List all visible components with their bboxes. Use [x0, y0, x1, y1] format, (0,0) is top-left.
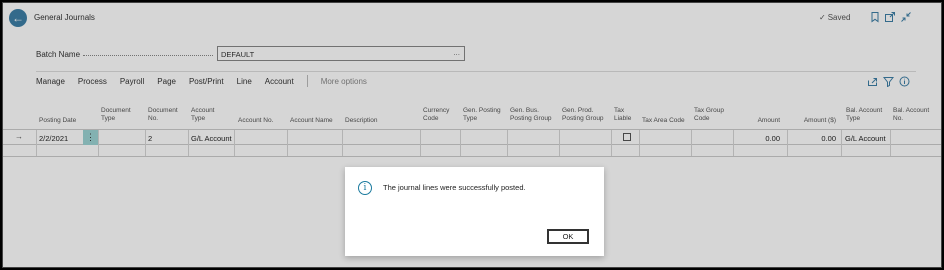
- page-frame: ← General Journals ✓ Saved Batch Name DEF…: [2, 2, 942, 268]
- info-icon: i: [358, 181, 372, 195]
- dialog-message: The journal lines were successfully post…: [383, 183, 526, 192]
- message-dialog: i The journal lines were successfully po…: [345, 167, 604, 256]
- ok-button[interactable]: OK: [547, 229, 589, 244]
